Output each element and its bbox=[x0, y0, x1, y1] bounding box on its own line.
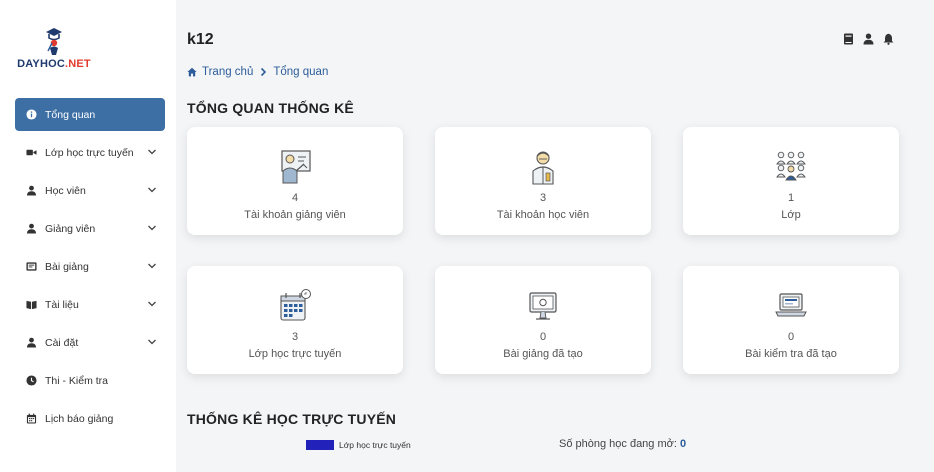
breadcrumb-home-link[interactable]: Trang chủ bbox=[202, 66, 253, 78]
teacher-board-icon bbox=[281, 150, 311, 184]
chevron-right-icon bbox=[261, 67, 267, 77]
chart-legend[interactable]: Lớp học trực tuyến bbox=[306, 440, 411, 450]
stat-card-tests[interactable]: 0 Bài kiểm tra đã tạo bbox=[683, 266, 899, 374]
home-icon bbox=[187, 67, 197, 77]
sidebar-item-label: Bài giảng bbox=[45, 260, 89, 273]
sidebar-item-label: Lớp học trực tuyến bbox=[45, 146, 134, 159]
stat-value: 3 bbox=[291, 331, 299, 343]
chevron-down-icon bbox=[148, 149, 156, 155]
sidebar-item-giang-vien[interactable]: Giảng viên bbox=[15, 212, 165, 245]
header-actions bbox=[843, 33, 894, 45]
stat-value: 3 bbox=[539, 192, 547, 204]
sidebar-item-tong-quan[interactable]: Tổng quan bbox=[15, 98, 165, 131]
stat-label: Bài giảng đã tạo bbox=[503, 348, 583, 360]
open-rooms-value: 0 bbox=[679, 438, 687, 450]
sidebar-item-lich-bao-giang[interactable]: Lịch báo giảng bbox=[15, 402, 165, 435]
online-section-title: THỐNG KÊ HỌC TRỰC TUYẾN bbox=[187, 411, 397, 427]
stat-value: 4 bbox=[291, 192, 299, 204]
sidebar-item-bai-giang[interactable]: Bài giảng bbox=[15, 250, 165, 283]
stat-label: Tài khoản giảng viên bbox=[244, 209, 346, 221]
video-camera-icon bbox=[25, 147, 37, 159]
slides-icon bbox=[25, 261, 37, 273]
classroom-group-icon bbox=[776, 151, 806, 181]
book-open-icon bbox=[25, 299, 37, 311]
logo-mark-icon bbox=[46, 28, 62, 55]
page-title: k12 bbox=[187, 31, 214, 48]
student-icon bbox=[532, 151, 554, 185]
breadcrumb: Trang chủ Tổng quan bbox=[187, 66, 328, 78]
stat-card-students[interactable]: 3 Tài khoản học viên bbox=[435, 127, 651, 235]
legend-label: Lớp học trực tuyến bbox=[339, 440, 411, 450]
sidebar-item-cai-dat[interactable]: Cài đặt bbox=[15, 326, 165, 359]
calendar-icon bbox=[25, 413, 37, 425]
sidebar-item-label: Thi - Kiểm tra bbox=[45, 374, 109, 387]
chevron-down-icon bbox=[148, 187, 156, 193]
stat-label: Lớp bbox=[781, 209, 801, 221]
overview-section-title: TỔNG QUAN THỐNG KÊ bbox=[187, 100, 354, 116]
open-rooms-count: Số phòng học đang mở: 0 bbox=[559, 438, 686, 450]
calendar-grid-icon bbox=[280, 289, 311, 321]
main-content: k12 Trang chủ Tổng quan TỔNG QUAN THỐNG … bbox=[176, 0, 934, 472]
stat-value: 0 bbox=[539, 331, 547, 343]
sidebar-item-label: Cài đặt bbox=[45, 336, 79, 349]
user-icon bbox=[25, 185, 37, 197]
sidebar-item-lop-hoc-truc-tuyen[interactable]: Lớp học trực tuyến bbox=[15, 136, 165, 169]
user-icon[interactable] bbox=[863, 33, 874, 45]
open-rooms-label: Số phòng học đang mở: bbox=[559, 438, 677, 450]
sidebar-item-label: Tổng quan bbox=[45, 108, 96, 121]
sidebar-item-thi-kiem-tra[interactable]: Thi - Kiểm tra bbox=[15, 364, 165, 397]
legend-swatch bbox=[306, 440, 334, 450]
stat-value: 0 bbox=[787, 331, 795, 343]
sidebar: DAYHOC.NET Tổng quan Lớp học trực tuyến … bbox=[0, 0, 176, 472]
info-icon bbox=[25, 109, 37, 121]
sidebar-item-label: Giảng viên bbox=[45, 222, 96, 235]
stat-label: Lớp học trực tuyến bbox=[248, 348, 342, 360]
stat-card-lectures[interactable]: 0 Bài giảng đã tạo bbox=[435, 266, 651, 374]
user-icon bbox=[25, 223, 37, 235]
user-gear-icon bbox=[25, 337, 37, 349]
clock-icon bbox=[25, 375, 37, 387]
sidebar-item-label: Học viên bbox=[45, 184, 86, 197]
stat-card-teachers[interactable]: 4 Tài khoản giảng viên bbox=[187, 127, 403, 235]
stat-card-online-classes[interactable]: 3 Lớp học trực tuyến bbox=[187, 266, 403, 374]
sidebar-item-tai-lieu[interactable]: Tài liệu bbox=[15, 288, 165, 321]
book-icon[interactable] bbox=[843, 33, 854, 45]
stat-card-classes[interactable]: 1 Lớp bbox=[683, 127, 899, 235]
laptop-icon bbox=[775, 293, 807, 317]
logo[interactable]: DAYHOC.NET bbox=[14, 26, 94, 70]
breadcrumb-current: Tổng quan bbox=[273, 66, 329, 78]
chevron-down-icon bbox=[148, 225, 156, 231]
logo-text: DAYHOC.NET bbox=[17, 58, 91, 70]
chevron-down-icon bbox=[148, 339, 156, 345]
monitor-icon bbox=[529, 292, 557, 320]
sidebar-item-label: Lịch báo giảng bbox=[45, 412, 114, 425]
chevron-down-icon bbox=[148, 263, 156, 269]
stat-label: Tài khoản học viên bbox=[496, 209, 590, 221]
chevron-down-icon bbox=[148, 301, 156, 307]
sidebar-item-hoc-vien[interactable]: Học viên bbox=[15, 174, 165, 207]
sidebar-nav: Tổng quan Lớp học trực tuyến Học viên Gi… bbox=[15, 98, 165, 440]
stat-label: Bài kiểm tra đã tạo bbox=[745, 348, 837, 360]
bell-icon[interactable] bbox=[883, 33, 894, 45]
stat-value: 1 bbox=[787, 192, 795, 204]
sidebar-item-label: Tài liệu bbox=[45, 298, 79, 311]
